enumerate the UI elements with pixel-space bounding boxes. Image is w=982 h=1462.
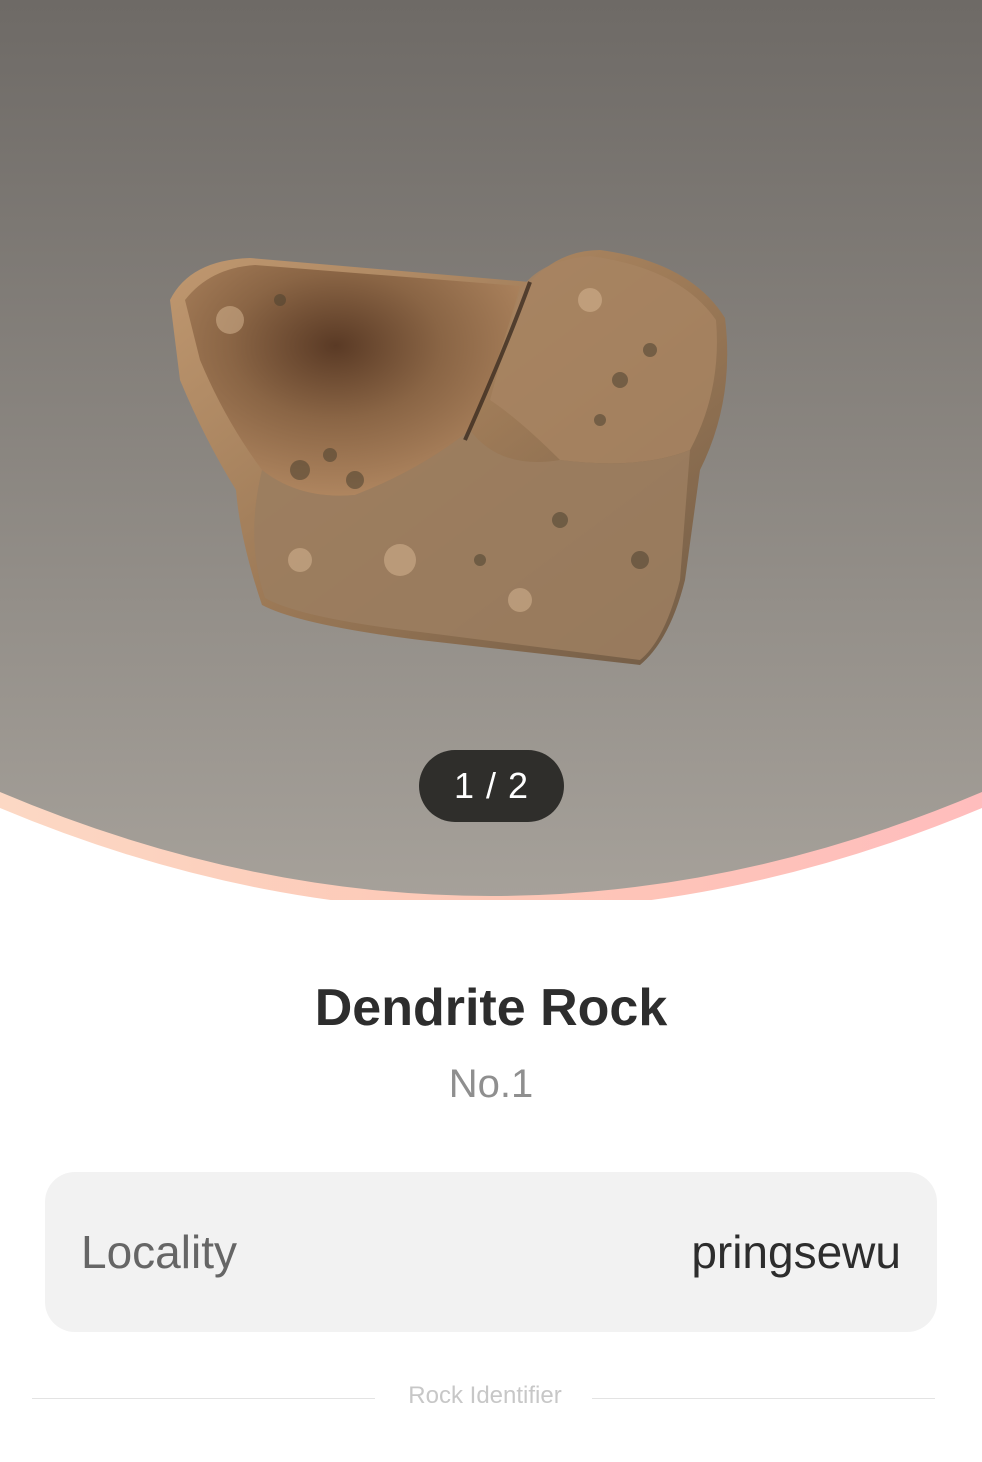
locality-row: Locality pringsewu (45, 1172, 937, 1332)
image-page-indicator: 1 / 2 (419, 750, 564, 822)
locality-value: pringsewu (691, 1226, 901, 1278)
footer-brand: Rock Identifier (408, 1382, 562, 1409)
locality-label: Locality (81, 1226, 237, 1278)
specimen-name: Dendrite Rock (314, 979, 668, 1037)
specimen-number: No.1 (448, 1062, 534, 1106)
specimen-photo-carousel[interactable]: 1 / 2 (0, 0, 982, 900)
